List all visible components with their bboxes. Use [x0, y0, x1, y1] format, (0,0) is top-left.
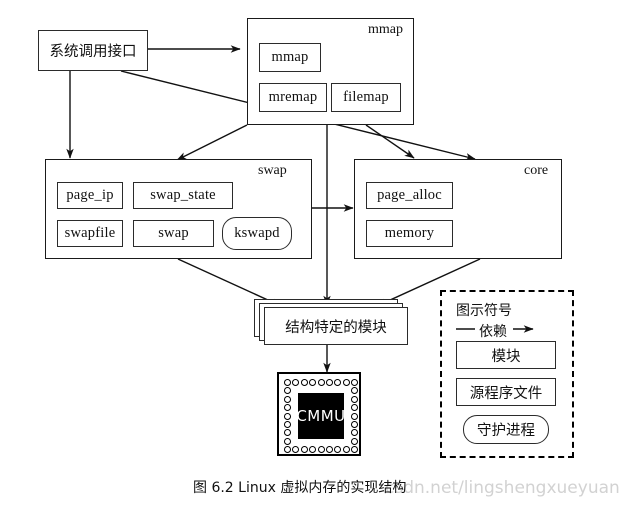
chip-pin-right	[351, 404, 358, 412]
chip-pin-top	[309, 379, 317, 386]
legend-daemon-label: 守护进程	[477, 423, 535, 439]
chip-die: CMMU	[296, 393, 346, 439]
daemon-kswapd[interactable]: kswapd	[222, 217, 292, 250]
chip-pin-right	[351, 437, 358, 445]
module-mmap-label: mmap	[271, 49, 309, 65]
chip-pin-left	[284, 437, 291, 445]
legend-daemon-sample: 守护进程	[463, 415, 549, 444]
chip-pin-right	[351, 395, 358, 403]
chip-pin-top	[284, 379, 291, 386]
chip-pin-top	[317, 379, 325, 386]
node-arch-specific-modules[interactable]: 结构特定的模块	[264, 307, 408, 345]
chip-pin-bottom	[317, 446, 325, 453]
chip-pin-top	[300, 379, 308, 386]
edge-mmap-to-swap	[176, 124, 248, 161]
legend-module-sample: 模块	[456, 341, 556, 369]
chip-pin-bottom	[284, 446, 291, 453]
legend-source-file-sample: 源程序文件	[456, 378, 556, 406]
chip-pin-bottom	[342, 446, 350, 453]
watermark: csdn.net/lingshengxueyuan	[385, 478, 620, 498]
module-mremap[interactable]: mremap	[259, 83, 327, 112]
module-page-alloc-label: page_alloc	[377, 187, 442, 203]
chip-pin-bottom	[325, 446, 333, 453]
chip-pin-left	[284, 429, 291, 437]
chip-label: CMMU	[296, 407, 346, 425]
module-swap-state[interactable]: swap_state	[133, 182, 233, 209]
chip-pin-left	[284, 387, 291, 395]
module-swap[interactable]: swap	[133, 220, 214, 247]
chip-pin-right	[351, 387, 358, 395]
chip-pin-bottom	[351, 446, 358, 453]
module-page-ip[interactable]: page_ip	[57, 182, 123, 209]
chip-pin-top	[325, 379, 333, 386]
module-mmap[interactable]: mmap	[259, 43, 321, 72]
chip-pin-top	[334, 379, 342, 386]
node-arch-specific-modules-label: 结构特定的模块	[285, 319, 387, 336]
module-swap-label: swap	[158, 225, 189, 241]
chip-pin-bottom	[292, 446, 300, 453]
module-mremap-label: mremap	[268, 89, 318, 105]
chip-pin-top	[351, 379, 358, 386]
chip-pin-bottom	[300, 446, 308, 453]
module-page-ip-label: page_ip	[66, 187, 114, 203]
legend-source-file-label: 源程序文件	[469, 385, 543, 402]
chip-pin-bottom	[334, 446, 342, 453]
group-mmap-title: mmap	[368, 22, 403, 37]
module-memory[interactable]: memory	[366, 220, 453, 247]
chip-pin-right	[351, 429, 358, 437]
hardware-chip-cmmu[interactable]: CMMU	[277, 372, 361, 456]
chip-pin-left	[284, 420, 291, 428]
legend-title: 图示符号	[456, 303, 512, 319]
node-syscall-interface[interactable]: 系统调用接口	[38, 30, 148, 71]
node-syscall-interface-label: 系统调用接口	[49, 44, 137, 60]
module-page-alloc[interactable]: page_alloc	[366, 182, 453, 209]
chip-pin-left	[284, 404, 291, 412]
module-filemap-label: filemap	[343, 89, 389, 105]
legend-dependency-label: 依赖	[479, 324, 507, 340]
module-swapfile[interactable]: swapfile	[57, 220, 123, 247]
chip-pin-right	[351, 412, 358, 420]
module-swap-state-label: swap_state	[150, 187, 216, 203]
chip-pin-bottom	[309, 446, 317, 453]
module-swapfile-label: swapfile	[64, 225, 116, 241]
chip-pin-top	[292, 379, 300, 386]
chip-pin-top	[342, 379, 350, 386]
figure-canvas: 系统调用接口 mmap mmap mremap filemap swap pag…	[0, 0, 627, 510]
module-filemap[interactable]: filemap	[331, 83, 401, 112]
group-swap-title: swap	[258, 163, 287, 178]
chip-pin-left	[284, 395, 291, 403]
daemon-kswapd-label: kswapd	[234, 225, 280, 241]
group-core-title: core	[524, 163, 549, 178]
edge-mmap-to-core	[365, 124, 415, 159]
module-memory-label: memory	[384, 225, 435, 241]
chip-pin-left	[284, 412, 291, 420]
chip-pin-right	[351, 420, 358, 428]
figure-caption: 图 6.2 Linux 虚拟内存的实现结构	[193, 480, 407, 496]
legend-module-label: 模块	[491, 348, 521, 365]
